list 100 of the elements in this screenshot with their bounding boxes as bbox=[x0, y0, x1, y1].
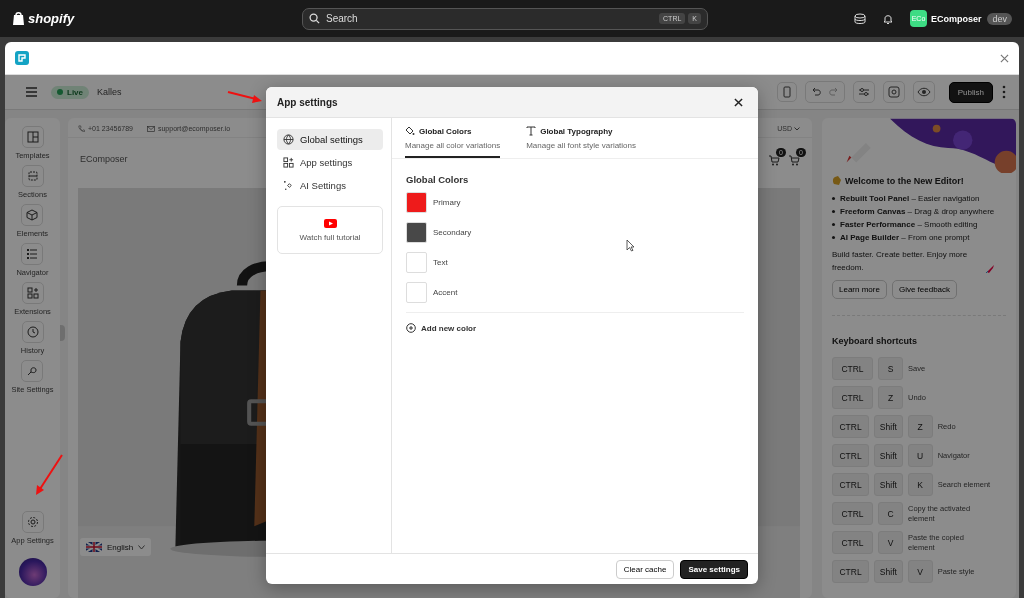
save-settings-button[interactable]: Save settings bbox=[680, 559, 748, 579]
annotation-arrow bbox=[36, 454, 63, 495]
paint-bucket-icon bbox=[405, 126, 415, 136]
store-logo-text: EComposer bbox=[80, 154, 128, 164]
mail-icon bbox=[146, 125, 155, 132]
color-swatch[interactable] bbox=[406, 252, 427, 273]
live-badge: Live bbox=[51, 85, 89, 99]
tool-icon bbox=[26, 131, 39, 143]
tool-button[interactable] bbox=[21, 511, 44, 533]
add-color-button[interactable]: Add new color bbox=[406, 321, 477, 335]
tool-icon bbox=[26, 209, 39, 221]
annotation-arrow bbox=[227, 91, 262, 103]
shopping-bag-icon bbox=[12, 11, 25, 26]
color-name: Accent bbox=[433, 288, 458, 297]
nav-icon bbox=[283, 134, 294, 145]
key-cap: CTRL bbox=[832, 560, 870, 583]
dialog-title: App settings bbox=[277, 96, 338, 108]
phone-icon bbox=[78, 125, 85, 132]
bullet-icon bbox=[832, 210, 835, 213]
text-icon bbox=[526, 126, 537, 136]
color-swatch[interactable] bbox=[406, 282, 427, 303]
sliders-icon[interactable] bbox=[852, 81, 875, 103]
flag-icon bbox=[86, 542, 102, 552]
key-cap: CTRL bbox=[832, 386, 873, 409]
key-cap: S bbox=[878, 357, 903, 380]
welcome-title: Welcome to the New Editor! bbox=[845, 175, 964, 186]
collapse-handle[interactable] bbox=[60, 325, 65, 341]
key-cap: Z bbox=[878, 386, 903, 409]
feature-item: Freeform Canvas – Drag & drop anywhere bbox=[840, 206, 996, 218]
settings-tab[interactable]: Global Typography Manage all font style variations bbox=[526, 118, 636, 158]
gear-icon bbox=[26, 516, 39, 528]
bullet-icon bbox=[832, 223, 835, 226]
key-cap: K bbox=[907, 473, 933, 496]
tool-button[interactable] bbox=[21, 321, 44, 343]
cart-icon[interactable] bbox=[768, 154, 780, 166]
color-name: Primary bbox=[433, 198, 461, 207]
section-title: Global Colors bbox=[406, 174, 470, 185]
key-cap: CTRL bbox=[832, 357, 873, 380]
key-cap: C bbox=[878, 502, 903, 525]
clear-cache-button[interactable]: Clear cache bbox=[615, 559, 675, 579]
tool-button[interactable] bbox=[21, 204, 44, 226]
cart-icon[interactable] bbox=[788, 154, 800, 166]
tutorial-label: Watch full tutorial bbox=[299, 232, 361, 242]
key-cap: V bbox=[878, 531, 903, 554]
nav-icon bbox=[283, 180, 294, 191]
nav-item[interactable]: App settings bbox=[277, 152, 383, 173]
section-title: Keyboard shortcuts bbox=[832, 336, 919, 346]
color-name: Secondary bbox=[433, 228, 472, 237]
key-cap: Z bbox=[907, 415, 933, 438]
feature-item: Faster Performance – Smooth editing bbox=[840, 219, 979, 231]
assistant-orb-icon[interactable] bbox=[18, 558, 47, 586]
bullet-icon bbox=[832, 236, 835, 239]
key-cap: CTRL bbox=[832, 531, 873, 554]
key-cap: Shift bbox=[874, 473, 903, 496]
bell-icon[interactable] bbox=[881, 12, 894, 25]
key-cap: CTRL bbox=[832, 415, 870, 438]
feature-item: Rebuilt Tool Panel – Easier navigation bbox=[840, 193, 981, 205]
tool-icon bbox=[26, 365, 39, 377]
panel-button[interactable]: Give feedback bbox=[891, 280, 958, 299]
feature-item: AI Page Builder – From one prompt bbox=[840, 232, 971, 244]
bullet-icon bbox=[832, 197, 835, 200]
more-icon[interactable] bbox=[1001, 85, 1007, 99]
tool-button[interactable] bbox=[21, 165, 44, 187]
key-cap: V bbox=[907, 560, 933, 583]
nav-item[interactable]: AI Settings bbox=[277, 175, 383, 196]
store-label: Kalles bbox=[97, 87, 122, 97]
nav-icon bbox=[283, 157, 294, 168]
caret-icon bbox=[138, 544, 146, 550]
tutorial-card[interactable]: Watch full tutorial bbox=[277, 206, 383, 254]
settings-tab[interactable]: Global Colors Manage all color variations bbox=[405, 118, 501, 158]
store-badge: dev bbox=[987, 12, 1012, 25]
tool-icon bbox=[26, 287, 39, 299]
play-icon bbox=[323, 218, 337, 228]
language-selector[interactable]: English bbox=[80, 538, 152, 556]
color-swatch[interactable] bbox=[406, 192, 427, 213]
tool-button[interactable] bbox=[21, 282, 44, 304]
app-logo-icon bbox=[15, 51, 29, 65]
key-cap: Shift bbox=[874, 415, 903, 438]
eye-icon[interactable] bbox=[912, 81, 935, 103]
store-name[interactable]: EComposer bbox=[930, 13, 982, 24]
tool-button[interactable] bbox=[21, 360, 44, 382]
tool-button[interactable] bbox=[21, 126, 44, 148]
nav-item[interactable]: Global settings bbox=[277, 129, 383, 150]
close-icon[interactable] bbox=[734, 97, 743, 107]
tool-button[interactable] bbox=[21, 243, 44, 265]
cursor-icon bbox=[626, 239, 635, 252]
panel-button[interactable]: Learn more bbox=[832, 280, 887, 299]
key-cap: CTRL bbox=[832, 473, 870, 496]
mobile-icon[interactable] bbox=[776, 82, 797, 102]
caret-icon bbox=[794, 126, 800, 131]
tagline-text: Build faster. Create better. Enjoy more freedom. bbox=[832, 249, 969, 274]
color-swatch[interactable] bbox=[406, 222, 427, 243]
database-icon[interactable] bbox=[853, 12, 866, 25]
key-cap: CTRL bbox=[832, 444, 870, 467]
menu-icon[interactable] bbox=[26, 87, 37, 97]
publish-button[interactable]: Publish bbox=[948, 81, 993, 103]
tool-icon bbox=[26, 326, 39, 338]
color-name: Text bbox=[433, 258, 448, 267]
logo-text[interactable]: shopify bbox=[28, 11, 75, 26]
tool-icon bbox=[26, 170, 39, 182]
